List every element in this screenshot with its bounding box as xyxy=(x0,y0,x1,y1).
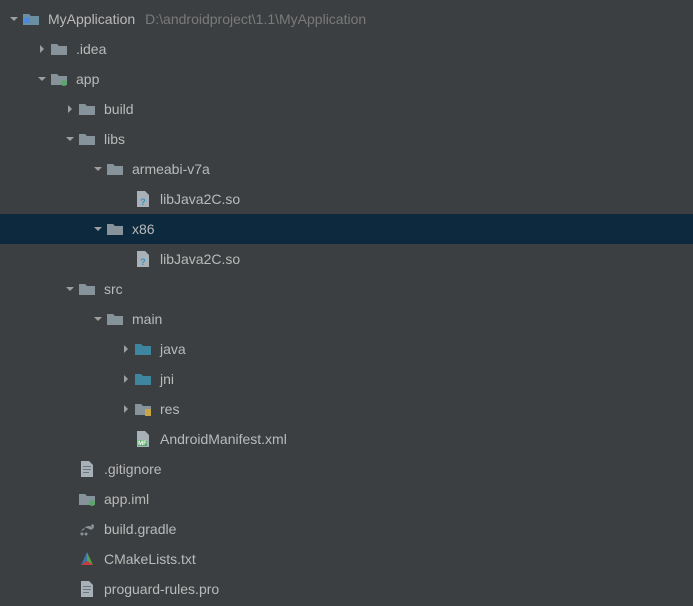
tree-row[interactable]: MyApplication D:\androidproject\1.1\MyApp… xyxy=(0,4,693,34)
project-tree: MyApplication D:\androidproject\1.1\MyApp… xyxy=(0,0,693,604)
chevron-down-icon[interactable] xyxy=(34,74,50,84)
tree-item-label: .gitignore xyxy=(104,461,162,477)
tree-row[interactable]: build.gradle xyxy=(0,514,693,544)
chevron-right-icon[interactable] xyxy=(118,404,134,414)
folder-icon xyxy=(106,160,124,178)
tree-item-label: build.gradle xyxy=(104,521,176,537)
folder-icon xyxy=(78,280,96,298)
tree-item-label: .idea xyxy=(76,41,106,57)
chevron-right-icon[interactable] xyxy=(34,44,50,54)
project-folder-icon xyxy=(22,10,40,28)
text-file-icon xyxy=(78,580,96,598)
tree-row[interactable]: java xyxy=(0,334,693,364)
tree-row[interactable]: MF AndroidManifest.xml xyxy=(0,424,693,454)
chevron-down-icon[interactable] xyxy=(90,224,106,234)
chevron-right-icon[interactable] xyxy=(118,374,134,384)
tree-row[interactable]: app.iml xyxy=(0,484,693,514)
tree-row[interactable]: jni xyxy=(0,364,693,394)
tree-item-label: build xyxy=(104,101,134,117)
chevron-down-icon[interactable] xyxy=(6,14,22,24)
resource-folder-icon xyxy=(134,400,152,418)
folder-icon xyxy=(106,310,124,328)
unknown-file-icon: ? xyxy=(134,250,152,268)
chevron-down-icon[interactable] xyxy=(62,134,78,144)
tree-item-label: app xyxy=(76,71,99,87)
chevron-right-icon[interactable] xyxy=(62,104,78,114)
svg-text:?: ? xyxy=(140,257,146,267)
unknown-file-icon: ? xyxy=(134,190,152,208)
tree-row[interactable]: ? libJava2C.so xyxy=(0,184,693,214)
folder-icon xyxy=(106,220,124,238)
folder-icon xyxy=(50,40,68,58)
chevron-down-icon[interactable] xyxy=(90,314,106,324)
tree-row[interactable]: libs xyxy=(0,124,693,154)
tree-item-label: armeabi-v7a xyxy=(132,161,210,177)
source-folder-icon xyxy=(134,370,152,388)
tree-item-label: libJava2C.so xyxy=(160,191,240,207)
tree-row[interactable]: ? libJava2C.so xyxy=(0,244,693,274)
svg-text:?: ? xyxy=(140,197,146,207)
tree-item-label: AndroidManifest.xml xyxy=(160,431,287,447)
tree-row[interactable]: app xyxy=(0,64,693,94)
tree-row[interactable]: CMakeLists.txt xyxy=(0,544,693,574)
tree-item-label: java xyxy=(160,341,186,357)
tree-item-label: jni xyxy=(160,371,174,387)
tree-item-label: res xyxy=(160,401,179,417)
tree-row[interactable]: .idea xyxy=(0,34,693,64)
tree-row[interactable]: proguard-rules.pro xyxy=(0,574,693,604)
iml-file-icon xyxy=(78,490,96,508)
tree-item-path: D:\androidproject\1.1\MyApplication xyxy=(145,11,366,27)
tree-item-label: CMakeLists.txt xyxy=(104,551,196,567)
text-file-icon xyxy=(78,460,96,478)
tree-item-label: proguard-rules.pro xyxy=(104,581,219,597)
manifest-file-icon: MF xyxy=(134,430,152,448)
source-folder-icon xyxy=(134,340,152,358)
tree-item-label: x86 xyxy=(132,221,155,237)
folder-icon xyxy=(78,100,96,118)
tree-item-label: MyApplication xyxy=(48,11,135,27)
tree-row[interactable]: .gitignore xyxy=(0,454,693,484)
chevron-right-icon[interactable] xyxy=(118,344,134,354)
tree-row[interactable]: armeabi-v7a xyxy=(0,154,693,184)
chevron-down-icon[interactable] xyxy=(90,164,106,174)
chevron-down-icon[interactable] xyxy=(62,284,78,294)
svg-text:MF: MF xyxy=(138,441,147,447)
tree-item-label: app.iml xyxy=(104,491,149,507)
tree-row[interactable]: res xyxy=(0,394,693,424)
tree-row[interactable]: x86 xyxy=(0,214,693,244)
tree-item-label: src xyxy=(104,281,123,297)
tree-row[interactable]: src xyxy=(0,274,693,304)
tree-row[interactable]: main xyxy=(0,304,693,334)
tree-item-label: libJava2C.so xyxy=(160,251,240,267)
folder-icon xyxy=(78,130,96,148)
tree-item-label: libs xyxy=(104,131,125,147)
gradle-file-icon xyxy=(78,520,96,538)
tree-row[interactable]: build xyxy=(0,94,693,124)
tree-item-label: main xyxy=(132,311,162,327)
cmake-file-icon xyxy=(78,550,96,568)
module-folder-icon xyxy=(50,70,68,88)
